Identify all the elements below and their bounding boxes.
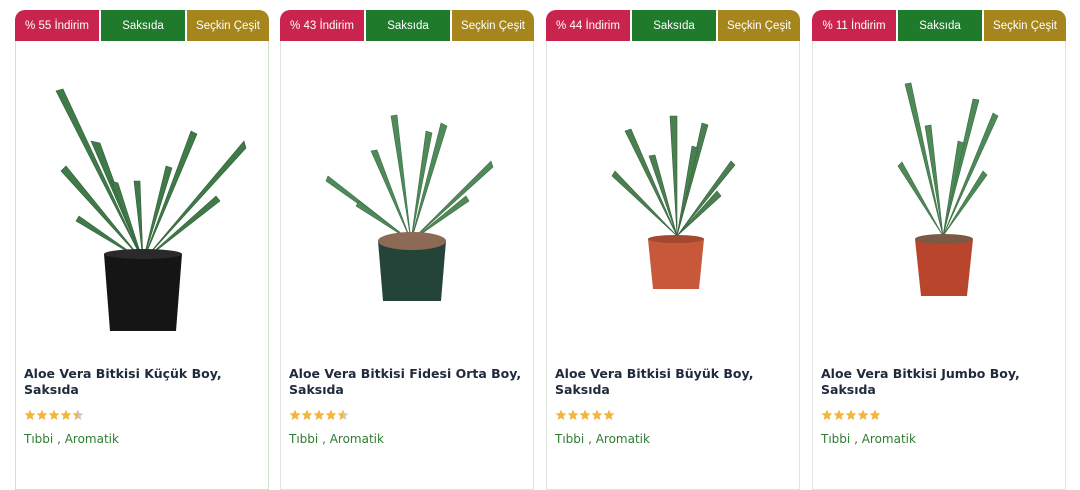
star-icon <box>24 409 36 420</box>
star-icon <box>72 409 84 420</box>
tag-medicinal[interactable]: Tıbbi <box>289 432 318 446</box>
product-card[interactable]: % 55 İndirim Saksıda Seçkin Çeşit Aloe V… <box>15 10 269 490</box>
select-variety-badge: Seçkin Çeşit <box>187 10 269 41</box>
badge-row: % 55 İndirim Saksıda Seçkin Çeşit <box>15 10 269 41</box>
product-image[interactable] <box>16 51 270 341</box>
in-pot-badge: Saksıda <box>632 10 716 41</box>
in-pot-badge: Saksıda <box>898 10 982 41</box>
product-image[interactable] <box>547 51 801 341</box>
tag-medicinal[interactable]: Tıbbi <box>821 432 850 446</box>
product-title[interactable]: Aloe Vera Bitkisi Büyük Boy, Saksıda <box>555 361 791 403</box>
star-icon <box>845 409 857 420</box>
category-tags: Tıbbi , Aromatik <box>821 432 916 446</box>
product-title[interactable]: Aloe Vera Bitkisi Jumbo Boy, Saksıda <box>821 361 1057 403</box>
product-card[interactable]: % 43 İndirim Saksıda Seçkin Çeşit Aloe V… <box>280 10 534 490</box>
star-icon <box>325 409 337 420</box>
rating-stars <box>24 409 84 423</box>
badge-row: % 43 İndirim Saksıda Seçkin Çeşit <box>280 10 534 41</box>
star-icon <box>579 409 591 420</box>
star-icon <box>60 409 72 420</box>
star-icon <box>603 409 615 420</box>
product-image[interactable] <box>813 51 1067 341</box>
tag-separator: , <box>57 432 65 446</box>
aloe-plant-image <box>897 82 999 296</box>
in-pot-badge: Saksıda <box>366 10 450 41</box>
product-card[interactable]: % 44 İndirim Saksıda Seçkin Çeşit Aloe V… <box>546 10 800 490</box>
select-variety-badge: Seçkin Çeşit <box>718 10 800 41</box>
star-icon <box>567 409 579 420</box>
tag-aromatic[interactable]: Aromatik <box>862 432 916 446</box>
tag-aromatic[interactable]: Aromatik <box>330 432 384 446</box>
select-variety-badge: Seçkin Çeşit <box>452 10 534 41</box>
product-card[interactable]: % 11 İndirim Saksıda Seçkin Çeşit Aloe V… <box>812 10 1066 490</box>
aloe-plant-image <box>325 114 494 301</box>
star-icon <box>289 409 301 420</box>
pot <box>915 239 973 296</box>
product-title[interactable]: Aloe Vera Bitkisi Fidesi Orta Boy, Saksı… <box>289 361 525 403</box>
aloe-plant-image <box>611 115 736 289</box>
badge-row: % 44 İndirim Saksıda Seçkin Çeşit <box>546 10 800 41</box>
star-icon <box>301 409 313 420</box>
star-icon <box>857 409 869 420</box>
badge-row: % 11 İndirim Saksıda Seçkin Çeşit <box>812 10 1066 41</box>
select-variety-badge: Seçkin Çeşit <box>984 10 1066 41</box>
in-pot-badge: Saksıda <box>101 10 185 41</box>
aloe-plant-image <box>55 88 247 331</box>
pot <box>104 254 182 331</box>
star-icon <box>821 409 833 420</box>
tag-aromatic[interactable]: Aromatik <box>596 432 650 446</box>
category-tags: Tıbbi , Aromatik <box>24 432 119 446</box>
tag-medicinal[interactable]: Tıbbi <box>555 432 584 446</box>
star-icon <box>833 409 845 420</box>
star-icon <box>869 409 881 420</box>
pot <box>648 239 704 289</box>
discount-badge: % 44 İndirim <box>546 10 630 41</box>
product-grid: % 55 İndirim Saksıda Seçkin Çeşit Aloe V… <box>0 0 1080 490</box>
discount-badge: % 55 İndirim <box>15 10 99 41</box>
tag-aromatic[interactable]: Aromatik <box>65 432 119 446</box>
star-icon <box>36 409 48 420</box>
star-icon <box>591 409 603 420</box>
star-icon <box>48 409 60 420</box>
category-tags: Tıbbi , Aromatik <box>289 432 384 446</box>
discount-badge: % 11 İndirim <box>812 10 896 41</box>
rating-stars <box>555 409 615 423</box>
tag-separator: , <box>854 432 862 446</box>
rating-stars <box>289 409 349 423</box>
discount-badge: % 43 İndirim <box>280 10 364 41</box>
star-icon <box>555 409 567 420</box>
tag-separator: , <box>322 432 330 446</box>
star-icon <box>313 409 325 420</box>
star-icon <box>337 409 349 420</box>
tag-separator: , <box>588 432 596 446</box>
rating-stars <box>821 409 881 423</box>
product-title[interactable]: Aloe Vera Bitkisi Küçük Boy, Saksıda <box>24 361 260 403</box>
category-tags: Tıbbi , Aromatik <box>555 432 650 446</box>
product-image[interactable] <box>281 51 535 341</box>
tag-medicinal[interactable]: Tıbbi <box>24 432 53 446</box>
